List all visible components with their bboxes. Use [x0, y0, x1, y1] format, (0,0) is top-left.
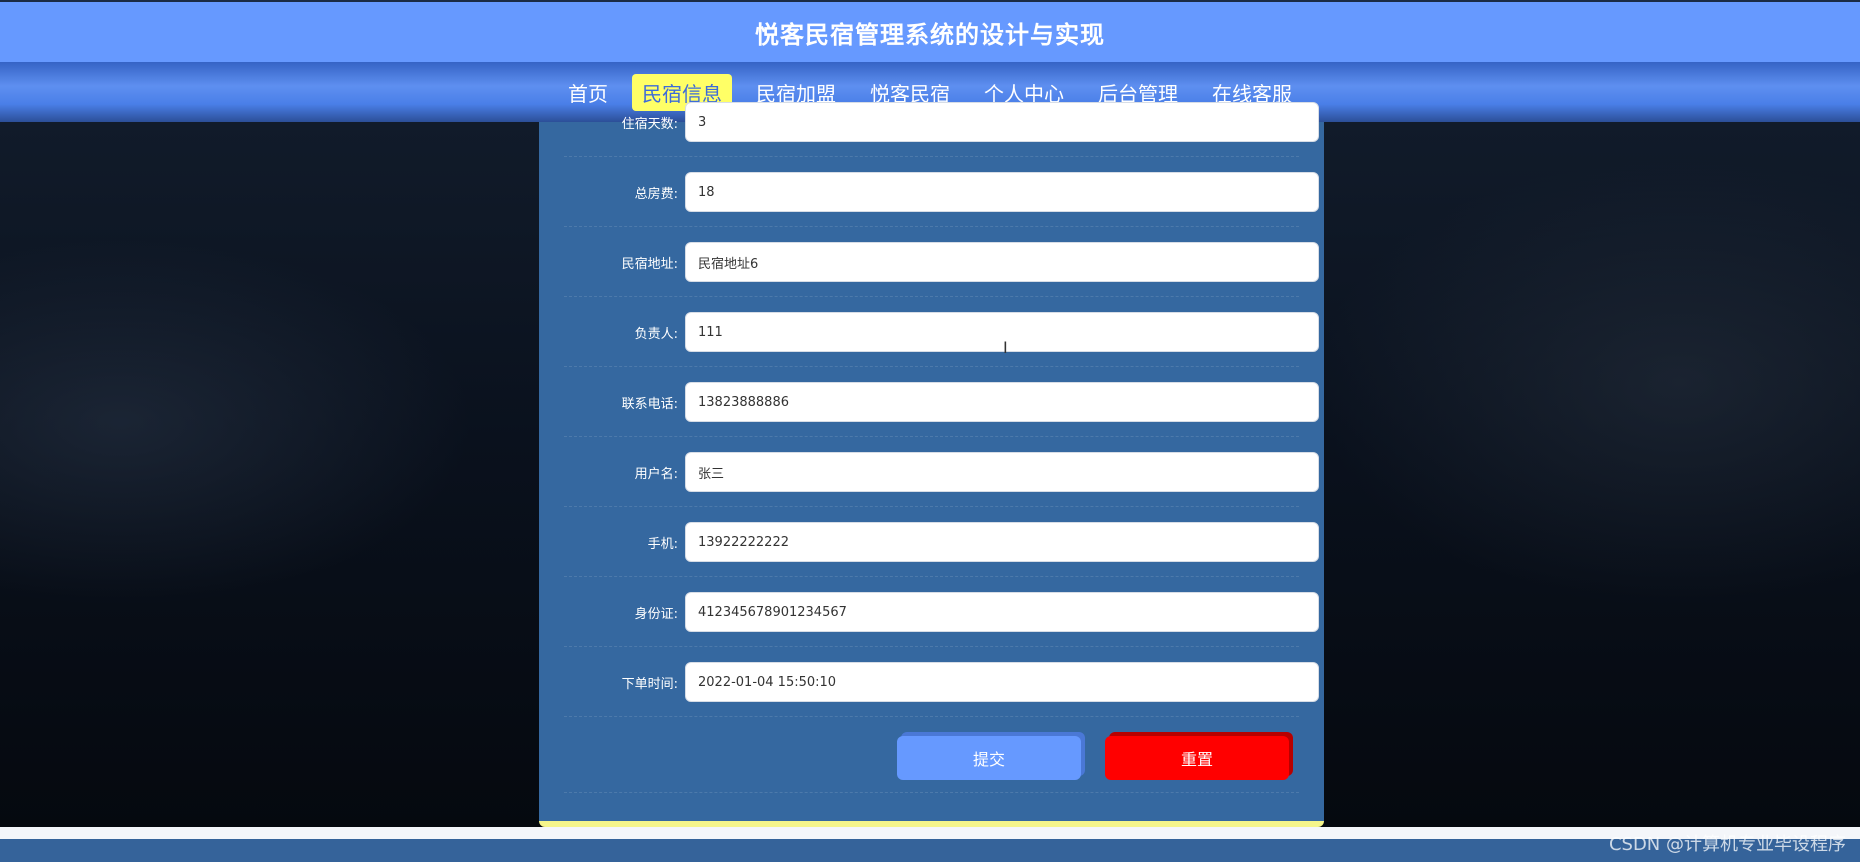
- booking-form-panel: 住宿天数: 3 总房费: 18 民宿地址: 民宿地址6 负责人: 111 联系电…: [539, 102, 1324, 827]
- form-row-id-card: 身份证: 412345678901234567: [564, 577, 1319, 647]
- footer-bar: [0, 839, 1860, 862]
- form-row-stay-days: 住宿天数: 3: [564, 87, 1319, 157]
- stay-days-field[interactable]: 3: [685, 102, 1319, 142]
- site-header: 悦客民宿管理系统的设计与实现: [0, 0, 1860, 62]
- contact-phone-label: 联系电话:: [621, 396, 678, 412]
- form-row-contact-phone: 联系电话: 13823888886: [564, 367, 1319, 437]
- order-time-label: 下单时间:: [621, 676, 678, 692]
- text-cursor-icon: I: [1003, 338, 1008, 357]
- order-time-field[interactable]: 2022-01-04 15:50:10: [685, 662, 1319, 702]
- form-actions: 提交 重置: [564, 719, 1299, 793]
- contact-phone-field[interactable]: 13823888886: [685, 382, 1319, 422]
- manager-field[interactable]: 111: [685, 312, 1319, 352]
- manager-label: 负责人:: [634, 326, 678, 342]
- mobile-field[interactable]: 13922222222: [685, 522, 1319, 562]
- form-row-address: 民宿地址: 民宿地址6: [564, 227, 1319, 297]
- id-card-field[interactable]: 412345678901234567: [685, 592, 1319, 632]
- total-fee-field[interactable]: 18: [685, 172, 1319, 212]
- form-row-mobile: 手机: 13922222222: [564, 507, 1319, 577]
- address-field[interactable]: 民宿地址6: [685, 242, 1319, 282]
- reset-button[interactable]: 重置: [1105, 736, 1289, 780]
- stay-days-label: 住宿天数:: [621, 116, 678, 132]
- username-label: 用户名:: [634, 466, 678, 482]
- watermark-text: CSDN @计算机专业毕设程序: [1608, 834, 1846, 855]
- id-card-label: 身份证:: [634, 606, 678, 622]
- submit-button[interactable]: 提交: [897, 736, 1081, 780]
- total-fee-label: 总房费:: [634, 186, 678, 202]
- mobile-label: 手机:: [647, 536, 678, 552]
- address-label: 民宿地址:: [621, 256, 678, 272]
- username-field[interactable]: 张三: [685, 452, 1319, 492]
- form-row-manager: 负责人: 111: [564, 297, 1319, 367]
- form-row-order-time: 下单时间: 2022-01-04 15:50:10: [564, 647, 1319, 717]
- footer-divider: [0, 827, 1860, 839]
- form-row-username: 用户名: 张三: [564, 437, 1319, 507]
- site-title: 悦客民宿管理系统的设计与实现: [755, 20, 1105, 49]
- form-row-total-fee: 总房费: 18: [564, 157, 1319, 227]
